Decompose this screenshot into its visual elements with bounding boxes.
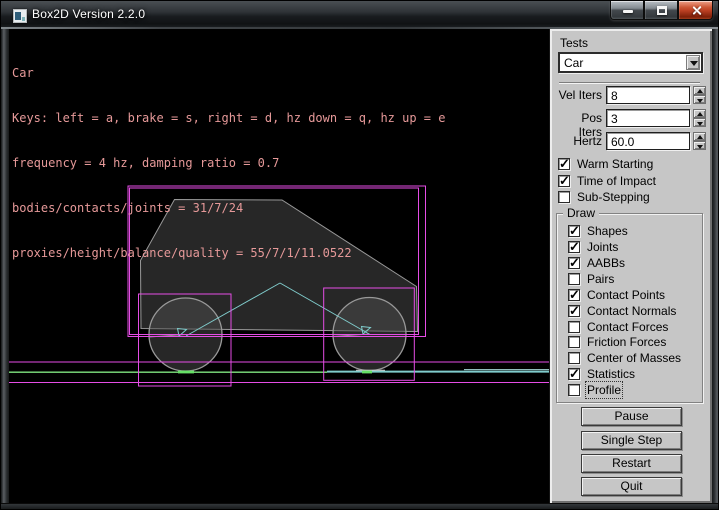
check-icon: ✓ <box>569 255 580 271</box>
checkbox-box[interactable]: ✓ <box>568 336 580 348</box>
checkbox-box[interactable]: ✓ <box>568 257 580 269</box>
check-icon: ✓ <box>559 156 570 172</box>
check-icon: ✓ <box>569 303 580 319</box>
control-panel: Tests Car Vel Iters 8 Pos Iters 3 Hertz … <box>549 29 712 503</box>
checkbox-box[interactable]: ✓ <box>568 305 580 317</box>
pos-iters-spinner <box>693 109 706 127</box>
window-title: Box2D Version 2.2.0 <box>32 7 145 21</box>
checkbox-box[interactable]: ✓ <box>568 384 580 396</box>
maximize-button[interactable] <box>644 1 678 20</box>
app-icon[interactable] <box>13 9 27 23</box>
spin-down-icon[interactable] <box>693 141 706 150</box>
contact-point-front <box>362 371 372 374</box>
debug-text: Car Keys: left = a, brake = s, right = d… <box>12 36 445 291</box>
vel-iters-spinner <box>693 86 706 104</box>
check-icon: ✓ <box>569 366 580 382</box>
checkbox-box[interactable]: ✓ <box>568 225 580 237</box>
checkbox-box[interactable]: ✓ <box>558 158 570 170</box>
spin-up-icon[interactable] <box>693 132 706 141</box>
checkbox-box[interactable]: ✓ <box>568 352 580 364</box>
hud-frequency: frequency = 4 hz, damping ratio = 0.7 <box>12 156 445 171</box>
test-select-dropdown[interactable]: Car <box>558 52 703 73</box>
hud-keys-help: Keys: left = a, brake = s, right = d, hz… <box>12 111 445 126</box>
check-icon: ✓ <box>569 239 580 255</box>
separator <box>559 82 700 84</box>
check-icon: ✓ <box>569 287 580 303</box>
restart-button[interactable]: Restart <box>581 454 682 473</box>
quit-button[interactable]: Quit <box>581 477 682 496</box>
hud-tree-quality: proxies/height/balance/quality = 55/7/1/… <box>12 246 445 261</box>
window-border-left <box>1 29 9 503</box>
checkbox-box[interactable]: ✓ <box>568 241 580 253</box>
tests-label: Tests <box>560 36 588 50</box>
pos-iters-input[interactable]: 3 <box>606 109 690 127</box>
checkbox-box[interactable]: ✓ <box>558 191 570 203</box>
hud-test-name: Car <box>12 66 445 81</box>
maximize-icon <box>657 6 667 15</box>
check-icon: ✓ <box>569 223 580 239</box>
spin-up-icon[interactable] <box>693 109 706 118</box>
pos-iters-row: Pos Iters 3 <box>558 109 705 127</box>
spin-down-icon[interactable] <box>693 118 706 127</box>
vel-iters-input[interactable]: 8 <box>606 86 690 104</box>
dropdown-arrow-button[interactable] <box>686 55 700 70</box>
checkbox-box[interactable]: ✓ <box>568 321 580 333</box>
app-window: Box2D Version 2.2.0 Car Keys: left = a, … <box>0 0 719 510</box>
minimize-button[interactable] <box>610 1 644 20</box>
spin-up-icon[interactable] <box>693 86 706 95</box>
pause-button[interactable]: Pause <box>581 407 682 426</box>
draw-group-title: Draw <box>563 206 599 220</box>
app-icon-glyph <box>15 12 21 20</box>
single-step-button[interactable]: Single Step <box>581 431 682 450</box>
test-select-value: Car <box>564 56 583 70</box>
draw-group: Draw ✓ Shapes ✓ Joints ✓ AABBs ✓ Pairs ✓… <box>556 213 703 403</box>
checkbox-box[interactable]: ✓ <box>558 175 570 187</box>
titlebar[interactable]: Box2D Version 2.2.0 <box>1 1 719 29</box>
hertz-label: Hertz <box>558 134 602 148</box>
vel-iters-label: Vel Iters <box>558 88 602 102</box>
close-icon <box>691 5 702 16</box>
close-button[interactable] <box>678 1 713 20</box>
window-border-right <box>712 29 719 503</box>
hertz-row: Hertz 60.0 <box>558 132 705 150</box>
check-icon: ✓ <box>559 173 570 189</box>
checkbox-box[interactable]: ✓ <box>568 368 580 380</box>
contact-point-rear <box>178 371 194 374</box>
spin-down-icon[interactable] <box>693 95 706 104</box>
vel-iters-row: Vel Iters 8 <box>558 86 705 104</box>
window-border-bottom <box>1 503 719 510</box>
hertz-spinner <box>693 132 706 150</box>
hud-statistics: bodies/contacts/joints = 31/7/24 <box>12 201 445 216</box>
simulation-canvas[interactable]: Car Keys: left = a, brake = s, right = d… <box>9 29 549 503</box>
checkbox-box[interactable]: ✓ <box>568 289 580 301</box>
hertz-input[interactable]: 60.0 <box>606 132 690 150</box>
checkbox-box[interactable]: ✓ <box>568 273 580 285</box>
caption-buttons <box>610 1 713 20</box>
minimize-icon <box>623 10 633 13</box>
